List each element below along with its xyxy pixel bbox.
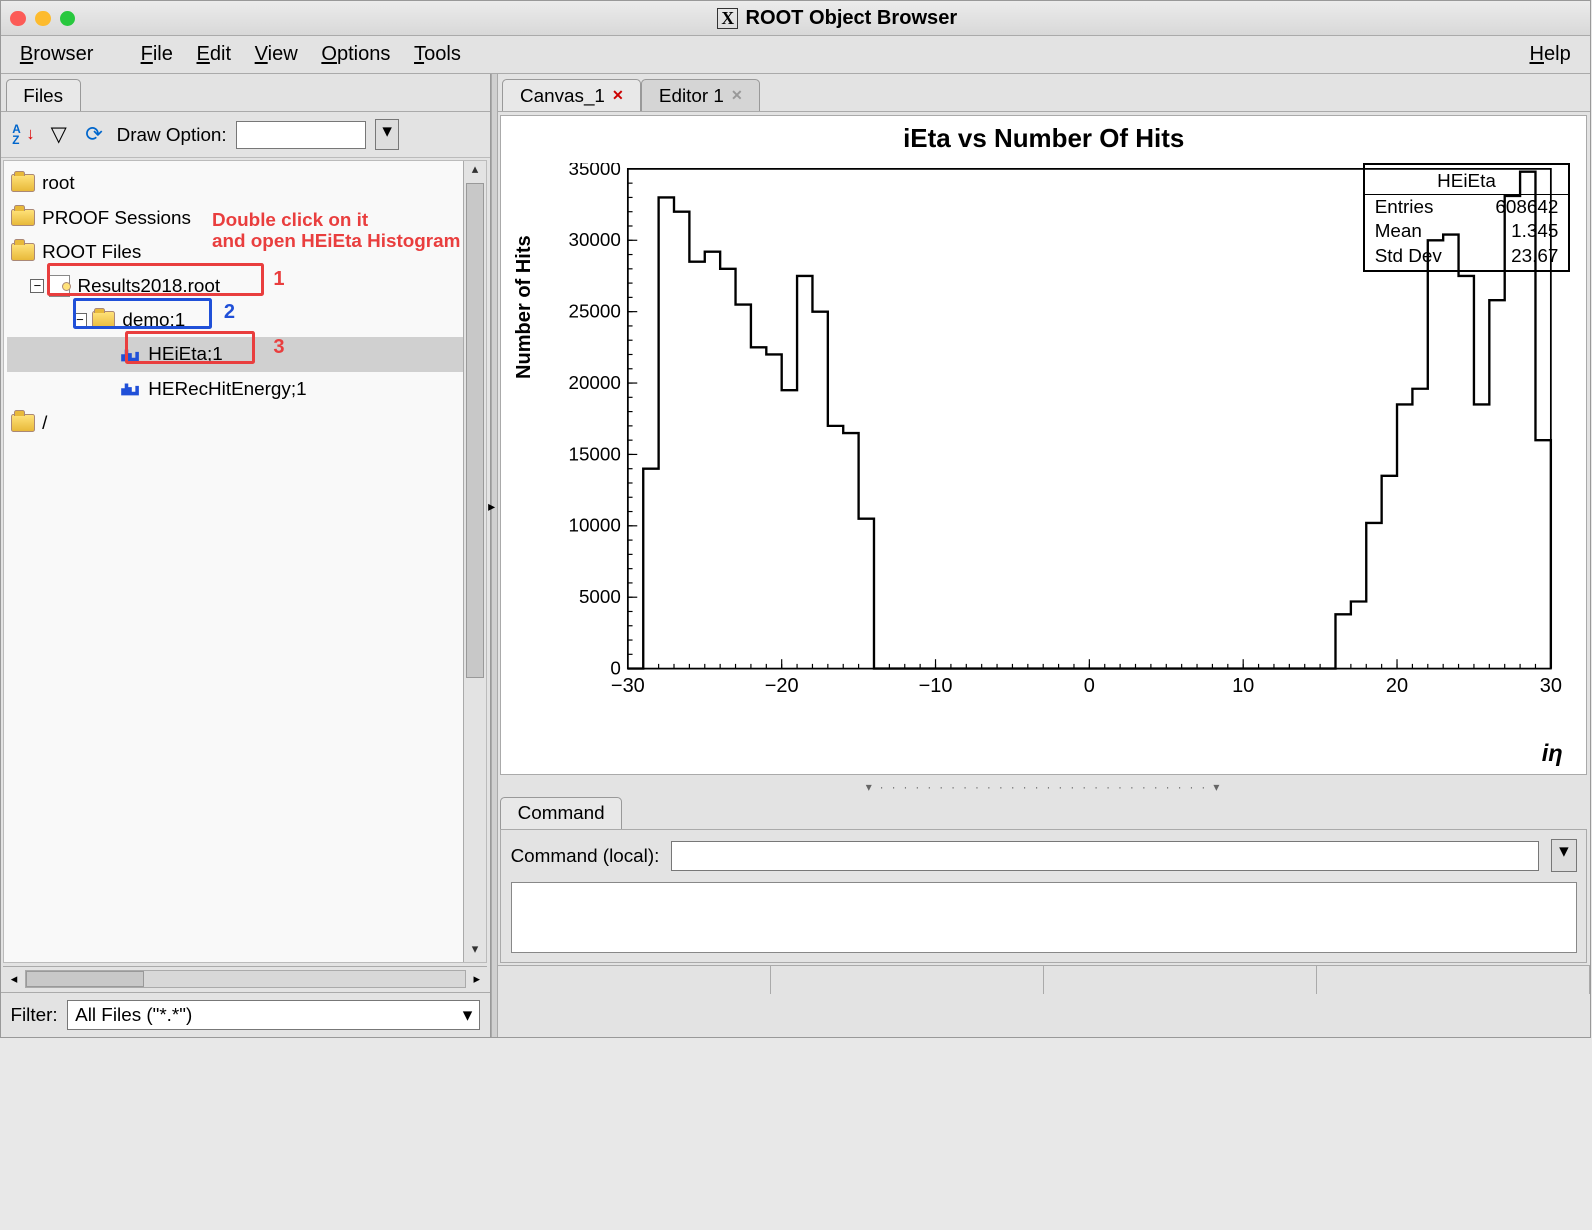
svg-text:10000: 10000 — [568, 515, 620, 536]
maximize-window-icon[interactable] — [60, 11, 75, 26]
svg-text:−10: −10 — [918, 675, 952, 697]
horizontal-splitter[interactable]: ▾ · · · · · · · · · · · · · · · · · · · … — [498, 780, 1590, 794]
window-controls — [10, 11, 75, 26]
command-input[interactable] — [671, 841, 1539, 872]
tools-menu[interactable]: Tools — [402, 40, 472, 70]
canvas-tabs: Canvas_1 ✕ Editor 1 ✕ — [498, 74, 1590, 112]
help-menu[interactable]: Help — [1518, 40, 1583, 70]
tree-hscrollbar[interactable]: ◂ ▸ — [3, 966, 487, 992]
histogram-icon — [120, 380, 141, 397]
command-output — [511, 882, 1577, 953]
svg-text:5000: 5000 — [579, 586, 621, 607]
command-tab[interactable]: Command — [500, 797, 622, 829]
folder-icon — [11, 174, 35, 192]
minimize-window-icon[interactable] — [35, 11, 50, 26]
chevron-down-icon: ▾ — [463, 1004, 472, 1026]
y-axis-label: Number of Hits — [513, 235, 536, 379]
browser-menu[interactable]: Browser — [8, 40, 105, 70]
statusbar — [498, 965, 1590, 993]
file-tree: root PROOF Sessions ROOT Files −Results2… — [3, 160, 487, 963]
filter-icon[interactable]: ▽ — [46, 122, 72, 148]
folder-icon — [11, 209, 35, 227]
chart-title: iEta vs Number Of Hits — [501, 116, 1586, 154]
svg-text:35000: 35000 — [568, 163, 620, 179]
window-title: X ROOT Object Browser — [94, 7, 1580, 30]
draw-option-dropdown[interactable]: ▾ — [375, 119, 399, 150]
close-icon[interactable]: ✕ — [612, 88, 624, 104]
vertical-splitter[interactable]: ▸ — [491, 74, 498, 1037]
collapse-icon[interactable]: − — [30, 279, 44, 293]
tree-item-slash[interactable]: / — [7, 406, 484, 440]
svg-text:0: 0 — [1083, 675, 1094, 697]
draw-option-label: Draw Option: — [117, 124, 227, 146]
root-browser-window: X ROOT Object Browser Browser File Edit … — [0, 0, 1591, 1038]
x-axis-label: iη — [1542, 740, 1563, 767]
folder-icon — [11, 243, 35, 261]
tree-item-herec[interactable]: HERecHitEnergy;1 — [7, 372, 484, 406]
tree-vscrollbar[interactable]: ▴ ▾ — [463, 161, 487, 962]
annotation-box-3 — [125, 331, 255, 364]
edit-menu[interactable]: Edit — [185, 40, 243, 70]
canvas[interactable]: iEta vs Number Of Hits Number of Hits iη… — [500, 115, 1587, 776]
svg-text:30000: 30000 — [568, 229, 620, 250]
histogram-plot: −30−20−100102030050001000015000200002500… — [551, 163, 1575, 716]
filter-select[interactable]: All Files ("*.*")▾ — [67, 1000, 480, 1031]
svg-text:30: 30 — [1539, 675, 1561, 697]
command-dropdown[interactable]: ▾ — [1551, 839, 1577, 872]
svg-text:25000: 25000 — [568, 300, 620, 321]
canvas-tab[interactable]: Canvas_1 ✕ — [502, 79, 641, 111]
command-label: Command (local): — [511, 845, 660, 867]
x11-icon: X — [717, 8, 738, 29]
options-menu[interactable]: Options — [310, 40, 403, 70]
right-pane: Canvas_1 ✕ Editor 1 ✕ iEta vs Number Of … — [498, 74, 1590, 1037]
svg-text:15000: 15000 — [568, 443, 620, 464]
sort-icon[interactable]: ↓ — [10, 122, 36, 148]
left-toolbar: ↓ ▽ ⟳ Draw Option: ▾ — [1, 112, 490, 158]
svg-text:−20: −20 — [764, 675, 798, 697]
folder-icon — [11, 414, 35, 432]
filter-row: Filter: All Files ("*.*")▾ — [1, 992, 490, 1038]
file-menu[interactable]: File — [129, 40, 185, 70]
left-pane: Files ↓ ▽ ⟳ Draw Option: ▾ root PROOF Se… — [1, 74, 491, 1037]
annotation-2: 2 — [224, 301, 235, 324]
annotation-box-1 — [47, 263, 264, 296]
svg-text:20000: 20000 — [568, 372, 620, 393]
plot-area: −30−20−100102030050001000015000200002500… — [551, 163, 1575, 716]
svg-text:20: 20 — [1386, 675, 1408, 697]
annotation-box-2 — [73, 298, 212, 329]
editor-tab[interactable]: Editor 1 ✕ — [641, 79, 760, 111]
svg-text:0: 0 — [610, 657, 620, 678]
draw-option-input[interactable] — [236, 121, 366, 149]
close-window-icon[interactable] — [10, 11, 25, 26]
filter-label: Filter: — [10, 1004, 57, 1026]
tree-item-root[interactable]: root — [7, 166, 484, 200]
view-menu[interactable]: View — [243, 40, 310, 70]
left-tabs: Files — [1, 74, 490, 112]
close-icon[interactable]: ✕ — [731, 88, 743, 104]
annotation-hint: Double click on it and open HEiEta Histo… — [212, 209, 460, 251]
files-tab[interactable]: Files — [6, 79, 81, 111]
window-title-text: ROOT Object Browser — [746, 7, 958, 30]
annotation-1: 1 — [273, 268, 284, 291]
titlebar: X ROOT Object Browser — [1, 1, 1590, 36]
refresh-icon[interactable]: ⟳ — [81, 122, 107, 148]
command-panel: Command Command (local): ▾ — [500, 797, 1587, 964]
annotation-3: 3 — [273, 336, 284, 359]
svg-text:10: 10 — [1232, 675, 1254, 697]
menubar: Browser File Edit View Options Tools Hel… — [1, 36, 1590, 74]
